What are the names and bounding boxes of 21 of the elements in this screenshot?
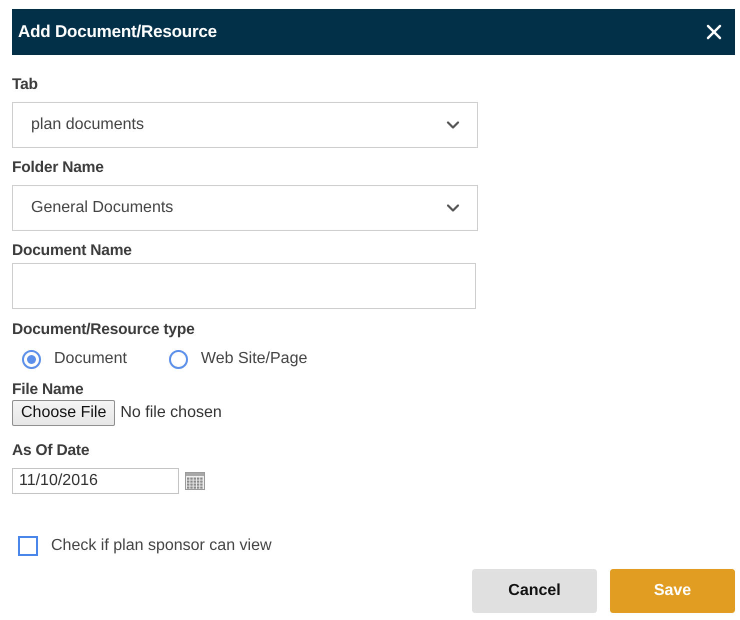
calendar-icon[interactable] [185, 472, 205, 490]
file-status-text: No file chosen [120, 404, 222, 422]
radio-button[interactable] [168, 350, 188, 368]
radio-label: Web Site/Page [200, 350, 308, 368]
field-label: As Of Date [12, 441, 90, 461]
checkbox-label: Check if plan sponsor can view [51, 537, 272, 555]
dropdown-select[interactable]: General Documents [12, 185, 478, 231]
checkbox[interactable] [18, 536, 38, 556]
cancel-button[interactable]: Cancel [472, 569, 597, 613]
choose-file-button[interactable]: Choose File [12, 400, 116, 426]
field-label: Document Name [12, 241, 132, 261]
text-input-field[interactable] [12, 263, 476, 309]
radio-label: Document [54, 350, 127, 368]
field-label: File Name [12, 380, 84, 400]
dropdown-select[interactable]: plan documents [12, 102, 478, 148]
dialog-title: Add Document/Resource [18, 22, 217, 42]
date-input-field[interactable]: 11/10/2016 [12, 468, 179, 494]
field-label: Folder Name [12, 158, 104, 178]
field-label: Document/Resource type [12, 320, 195, 340]
radio-button[interactable] [22, 350, 41, 368]
field-label: Tab [12, 75, 38, 95]
